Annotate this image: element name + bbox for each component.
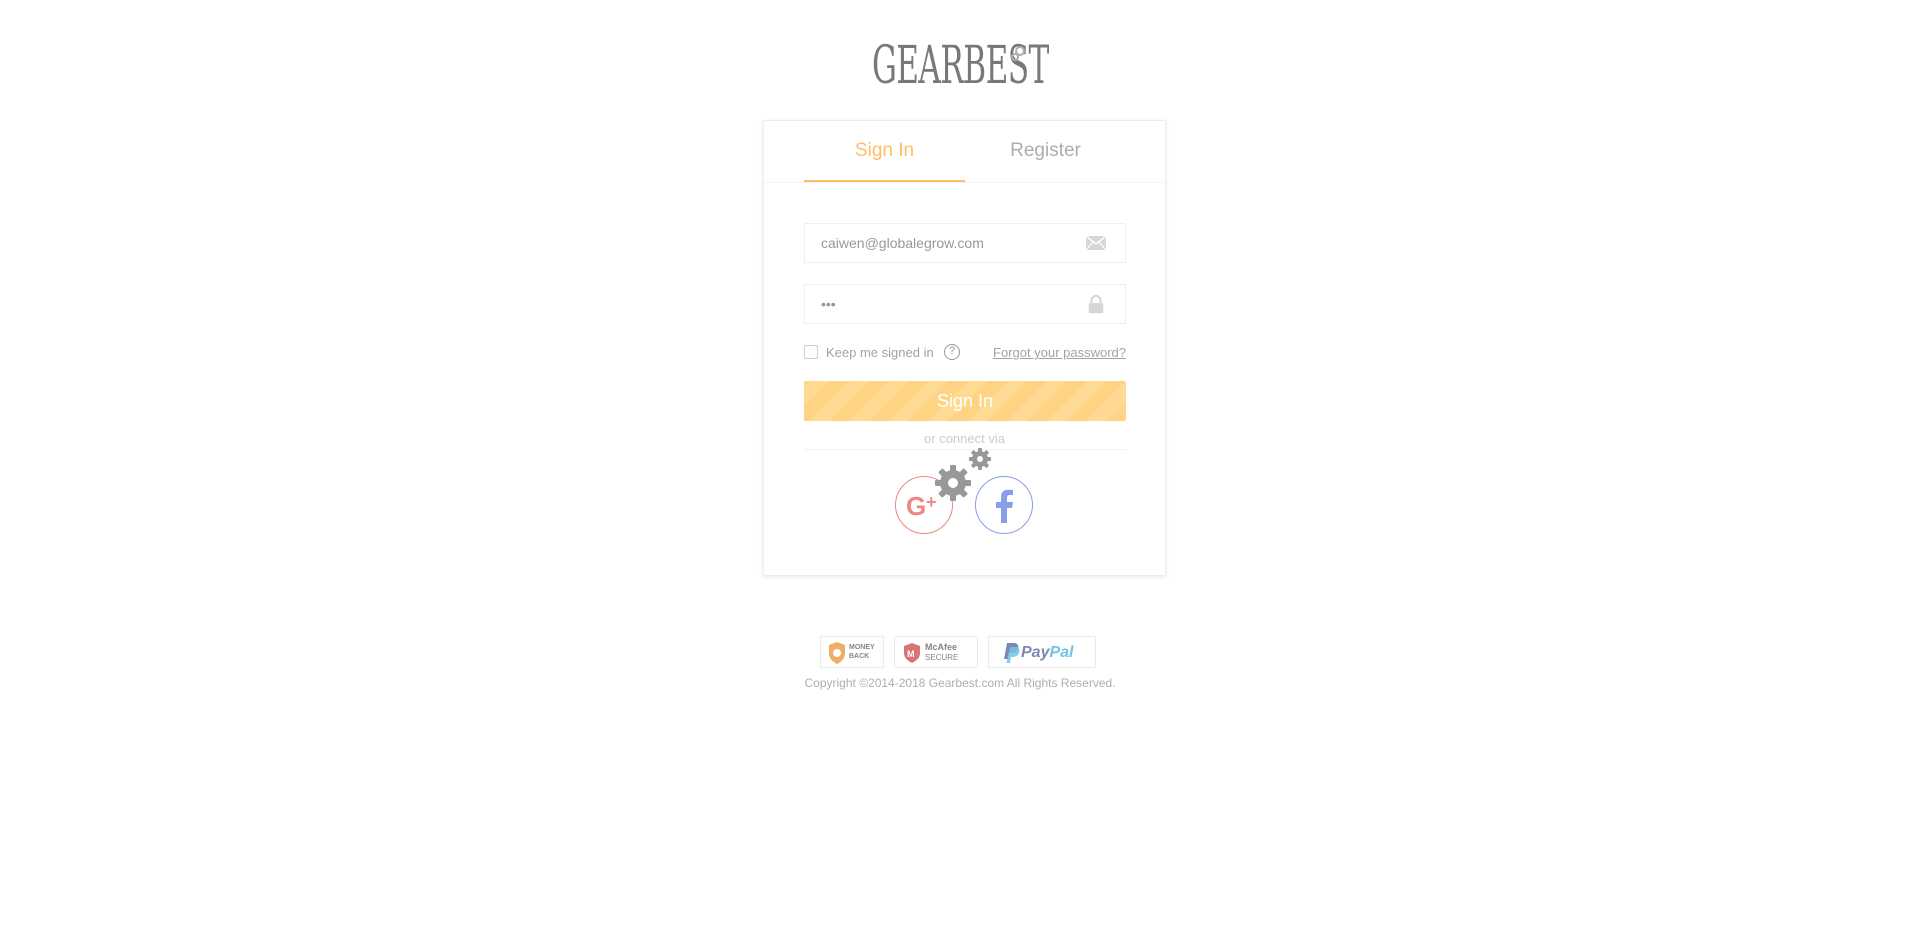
remember-row: Keep me signed in ? Forgot your password… — [804, 343, 1126, 363]
money-back-badge: MONEY BACK — [820, 636, 884, 668]
svg-text:G: G — [906, 491, 926, 521]
keep-signed-in-checkbox[interactable] — [804, 345, 818, 359]
shield-icon — [829, 642, 845, 664]
password-field[interactable] — [804, 284, 1126, 324]
sign-in-button[interactable]: Sign In — [804, 381, 1126, 421]
mcafee-shield-icon: M — [904, 643, 920, 663]
tab-sign-in[interactable]: Sign In — [804, 121, 965, 182]
forgot-password-link[interactable]: Forgot your password? — [993, 345, 1126, 361]
auth-card: Sign In Register Keep me signed in ? For — [763, 120, 1166, 576]
logo-gear-icon — [1011, 46, 1025, 61]
paypal-wordmark: PayPal — [1021, 644, 1073, 662]
tab-register[interactable]: Register — [965, 121, 1126, 182]
paypal-badge: PayPal — [988, 636, 1096, 668]
auth-tabs: Sign In Register — [764, 121, 1165, 183]
lock-icon — [1088, 294, 1104, 314]
email-field[interactable] — [804, 223, 1126, 263]
login-page: GEARBEST Sign In Register caiwen@globale… — [0, 0, 1920, 944]
paypal-icon — [1004, 643, 1020, 663]
money-back-line2: BACK — [849, 653, 870, 660]
logo-area: GEARBEST — [0, 36, 1920, 96]
mcafee-line2: SECURE — [925, 653, 959, 662]
mcafee-secure-badge: M McAfee SECURE — [894, 636, 978, 668]
gears-icon — [935, 448, 991, 501]
svg-text:M: M — [907, 649, 915, 659]
help-icon[interactable]: ? — [944, 344, 960, 360]
paypal-wordmark-pal: Pal — [1049, 644, 1074, 661]
mcafee-line1: McAfee — [925, 642, 958, 652]
keep-signed-in-label[interactable]: Keep me signed in — [826, 345, 934, 361]
copyright-text: Copyright ©2014-2018 Gearbest.com All Ri… — [804, 676, 1116, 690]
envelope-icon — [1085, 235, 1107, 251]
password-input[interactable] — [821, 285, 1081, 323]
money-back-line1: MONEY — [849, 644, 875, 651]
paypal-wordmark-pay: Pay — [1021, 644, 1050, 661]
email-input[interactable] — [821, 224, 1081, 262]
